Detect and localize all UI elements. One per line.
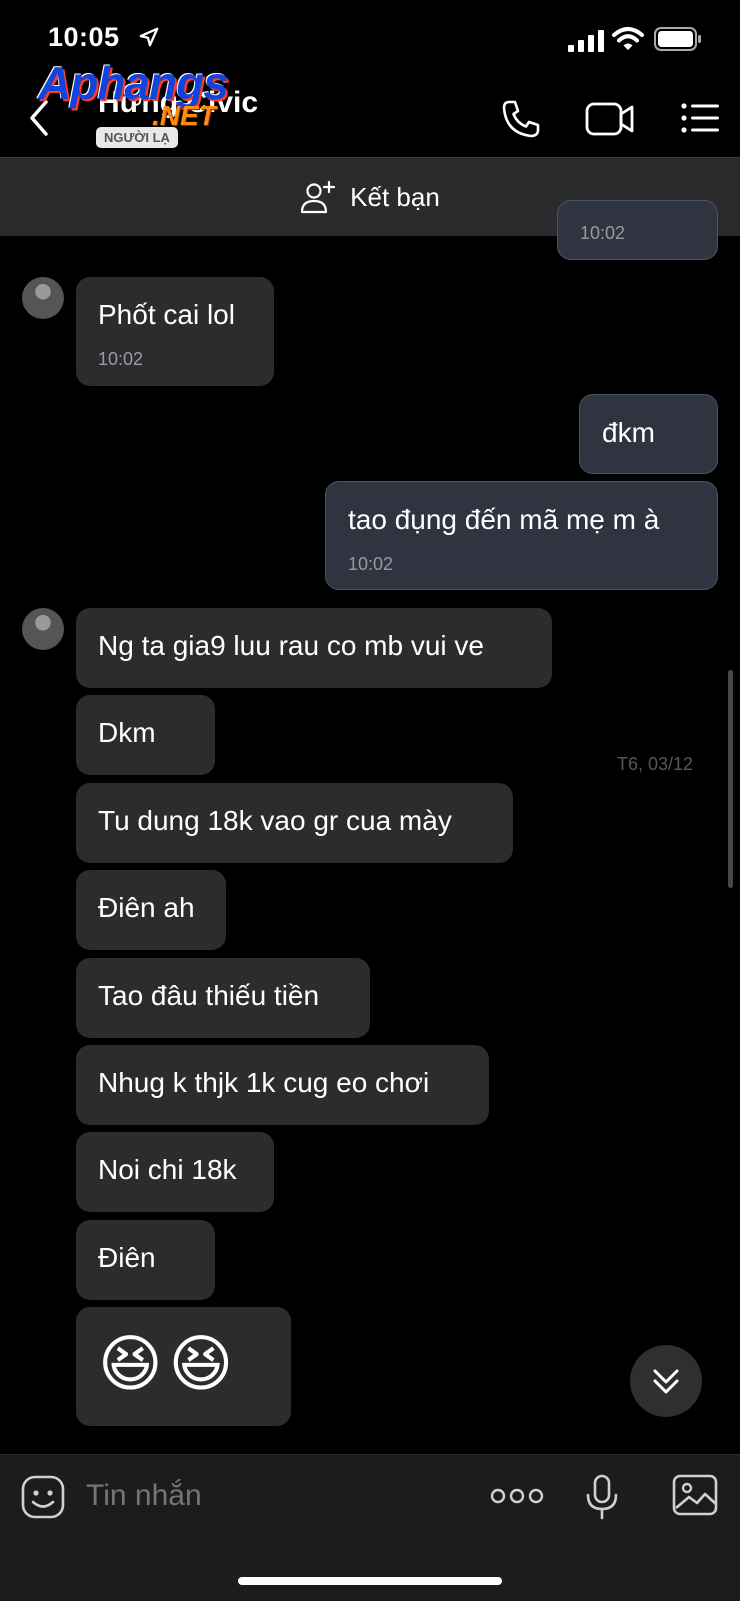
message-bubble-outgoing[interactable]: 10:02 <box>557 200 718 260</box>
wifi-icon <box>612 27 644 50</box>
more-options-icon[interactable] <box>490 1484 544 1508</box>
home-indicator <box>238 1577 502 1585</box>
message-time: 10:02 <box>98 349 144 369</box>
message-bubble-incoming[interactable]: Noi chi 18k <box>76 1132 274 1212</box>
cellular-signal-icon <box>568 30 604 52</box>
message-text: Điên ah <box>98 892 195 923</box>
date-separator: T6, 03/12 <box>617 754 694 774</box>
message-bubble-incoming[interactable]: Phốt cai lol 10:02 <box>76 277 274 386</box>
microphone-icon[interactable] <box>585 1474 619 1520</box>
message-bubble-outgoing[interactable]: tao đụng đến mã mẹ m à 10:02 <box>325 481 718 590</box>
message-time: 10:02 <box>348 554 394 574</box>
message-bubble-incoming[interactable]: Điên ah <box>76 870 226 950</box>
phone-call-icon[interactable] <box>500 98 542 140</box>
status-time: 10:05 <box>48 22 120 52</box>
message-bubble-incoming[interactable]: Dkm <box>76 695 215 775</box>
message-text: Tao đâu thiếu tiền <box>98 980 320 1011</box>
add-friend-icon <box>301 180 336 214</box>
battery-icon <box>654 27 701 51</box>
contact-avatar[interactable] <box>22 277 64 319</box>
location-arrow-icon <box>139 27 159 47</box>
message-bubble-incoming[interactable]: Tao đâu thiếu tiền <box>76 958 370 1038</box>
message-text: đkm <box>602 417 655 448</box>
message-bubble-incoming[interactable]: Ng ta gia9 luu rau co mb vui ve <box>76 608 552 688</box>
message-bubble-outgoing[interactable]: đkm <box>579 394 718 474</box>
emoji-message: 😆😆 <box>98 1330 240 1399</box>
message-text: Phốt cai lol <box>98 299 235 330</box>
message-text: Noi chi 18k <box>98 1154 237 1185</box>
message-text: Ng ta gia9 luu rau co mb vui ve <box>98 630 484 661</box>
watermark-logo-suffix: .NET <box>152 100 216 131</box>
message-text: tao đụng đến mã mẹ m à <box>348 504 660 535</box>
scrollbar[interactable] <box>728 670 733 888</box>
message-bubble-incoming[interactable]: Tu dung 18k vao gr cua mày <box>76 783 513 863</box>
menu-list-icon[interactable] <box>680 100 720 136</box>
message-text: Dkm <box>98 717 156 748</box>
video-call-icon[interactable] <box>585 100 635 138</box>
message-bubble-incoming[interactable]: 😆😆 <box>76 1307 291 1426</box>
message-text: Điên <box>98 1242 156 1273</box>
message-text: Nhug k thjk 1k cug eo chơi <box>98 1067 430 1098</box>
contact-avatar[interactable] <box>22 608 64 650</box>
message-bubble-incoming[interactable]: Điên <box>76 1220 215 1300</box>
sticker-emoji-icon[interactable] <box>20 1474 66 1520</box>
message-time: 10:02 <box>580 223 626 243</box>
image-gallery-icon[interactable] <box>672 1474 718 1516</box>
double-chevron-down-icon <box>653 1369 679 1394</box>
scroll-to-bottom-button[interactable] <box>630 1345 702 1417</box>
message-text: Tu dung 18k vao gr cua mày <box>98 805 452 836</box>
message-bubble-incoming[interactable]: Nhug k thjk 1k cug eo chơi <box>76 1045 489 1125</box>
add-friend-label: Kết bạn <box>350 181 440 212</box>
message-input[interactable] <box>84 1478 448 1514</box>
